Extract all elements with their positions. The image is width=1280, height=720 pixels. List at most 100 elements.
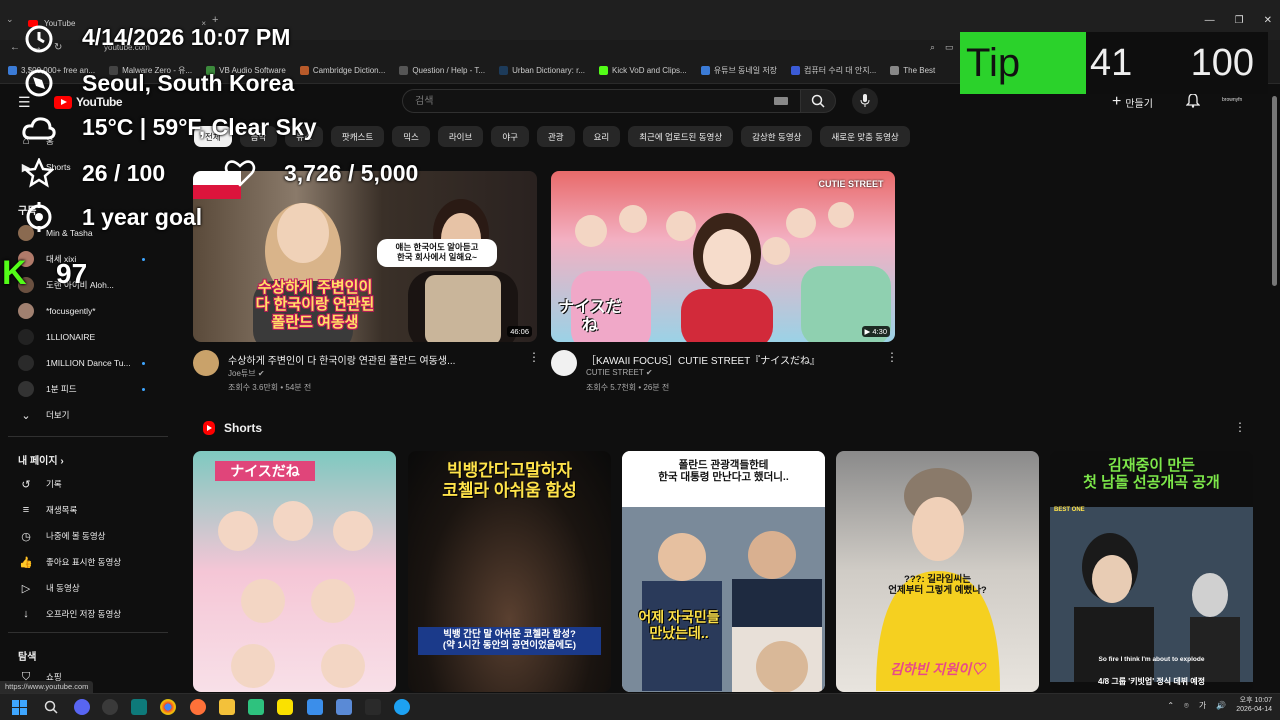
bookmark-item[interactable]: Malware Zero - 유... [109,65,192,76]
filter-chip[interactable]: 뉴스 [285,126,323,147]
video-menu-icon[interactable]: ⋮ [528,350,540,364]
short-card[interactable]: 폴란드 관광객들한테 한국 대통령 만난다고 했더니.. 어제 자국민들 만났는… [622,451,825,692]
sidebar-subscription[interactable]: Min & Tasha [0,220,180,246]
ime-indicator[interactable]: 가 [1199,700,1206,711]
file-explorer-icon[interactable] [219,699,235,715]
shorts-menu-icon[interactable]: ⋮ [1234,420,1246,434]
filter-chip[interactable]: 요리 [582,126,621,147]
minimize-icon[interactable]: — [1205,15,1215,26]
voice-search-button[interactable] [852,88,878,114]
browser-tab-youtube[interactable]: YouTube × [28,14,206,32]
tab-title: YouTube [44,18,76,28]
video-menu-icon[interactable]: ⋮ [886,350,898,364]
filter-chip[interactable]: 팟캐스트 [330,126,385,147]
search-button[interactable] [800,89,836,113]
kakaotalk-icon[interactable] [277,699,293,715]
notifications-button[interactable] [1185,93,1201,113]
short-card[interactable]: 빅뱅간다고말하자 코첼라 아쉬움 함성 빅뱅 간단 말 아쉬운 코첼라 함성? … [408,451,611,692]
reload-icon[interactable]: ↻ [54,42,62,53]
channel-name[interactable]: CUTIE STREET ✔ [586,368,653,377]
maximize-icon[interactable]: ❐ [1235,15,1244,26]
short-card[interactable]: ナイスだね [193,451,396,692]
sidebar-subscription[interactable]: 1분 피드 [0,376,180,402]
windows-start-icon[interactable] [12,700,27,715]
filter-chip[interactable]: 새로운 맞춤 동영상 [820,126,910,147]
short-card[interactable]: 김재중이 만든 첫 남돌 선공개곡 공개 BEST ONE So fire I … [1050,451,1253,692]
sidebar-subscription[interactable]: *focusgently* [0,298,180,324]
forward-icon[interactable]: → [32,42,42,53]
firefox-icon[interactable] [190,699,206,715]
bookmark-item[interactable]: Urban Dictionary: r... [499,66,585,75]
hamburger-menu-icon[interactable]: ☰ [18,94,31,111]
app-icon[interactable] [336,699,352,715]
chrome-icon[interactable] [160,699,176,715]
keyboard-icon[interactable] [774,97,788,105]
filter-chip[interactable]: 전체 [194,126,232,147]
sidebar-subscription[interactable]: 1MILLION Dance Tu... [0,350,180,376]
video-thumbnail[interactable]: CUTIE STREET ナイスだね ▶ 4:30 [551,171,895,342]
sidebar-item-history[interactable]: ↺ 기록 [0,471,180,497]
app-icon[interactable] [307,699,323,715]
url-field[interactable]: youtube.com [104,43,150,52]
my-page-heading[interactable]: 내 페이지 › [18,452,64,467]
youtube-logo[interactable]: YouTube [54,95,123,109]
bookmark-item[interactable]: VB Audio Software [206,66,286,75]
video-title[interactable]: 수상하게 주변인이 다 한국이랑 연관된 폴란드 여동생... [228,352,508,367]
new-tab-icon[interactable]: + [212,14,218,26]
app-icon[interactable] [248,699,264,715]
filter-chip[interactable]: 음악 [239,126,278,147]
close-window-icon[interactable]: ✕ [1264,15,1272,26]
obs-icon[interactable] [102,699,118,715]
close-tab-icon[interactable]: × [201,19,206,28]
sidebar-item-more[interactable]: ⌄ 더보기 [0,402,180,428]
sidebar-item-playlist[interactable]: ≡ 재생목록 [0,497,180,523]
channel-avatar[interactable] [551,350,577,376]
tray-overflow-icon[interactable]: ⌃ [1167,701,1174,710]
subscriptions-heading[interactable]: 구독 [18,202,36,217]
sidebar-subscription[interactable]: 대세 xixi [0,246,180,272]
sidebar-subscription[interactable]: 도랜 아이비 Aloh... [0,272,180,298]
app-icon[interactable] [365,699,381,715]
create-button[interactable]: + 만들기 [1112,93,1153,111]
zoom-icon[interactable]: ⌕ [930,42,935,53]
short-card[interactable]: ???: 길라임씨는 언제부터 그렇게 예뻤나? 김하빈 지원이♡ [836,451,1039,692]
extension-icon[interactable]: ▭ [945,42,954,53]
taskbar-search-icon[interactable] [44,700,58,714]
sidebar-item-my-videos[interactable]: ▷ 내 동영상 [0,575,180,601]
filter-chip[interactable]: 감상한 동영상 [741,126,813,147]
taskbar-clock[interactable]: 오후 10:07 2026-04-14 [1236,697,1272,715]
network-icon[interactable]: ⌾ [1184,701,1189,711]
sidebar-item-shorts[interactable]: ▶ Shorts [0,154,180,180]
filter-chip[interactable]: 라이브 [437,126,484,147]
page-scrollbar[interactable] [1270,84,1280,693]
discord-icon[interactable] [74,699,90,715]
bookmark-item[interactable]: 컴퓨터 수리 대 안지... [791,65,876,76]
sidebar-item-home[interactable]: ⌂ 홈 [0,128,180,154]
scrollbar-thumb[interactable] [1272,96,1277,286]
sidebar-item-watch-later[interactable]: ◷ 나중에 볼 동영상 [0,523,180,549]
tab-search-icon[interactable]: ⌄ [6,14,14,25]
sidebar-item-thumbs-up[interactable]: 👍 좋아요 표시한 동영상 [0,549,180,575]
app-icon[interactable] [394,699,410,715]
account-avatar[interactable]: brownyfn [1222,94,1248,106]
sidebar-subscription[interactable]: 1LLIONAIRE [0,324,180,350]
channel-avatar[interactable] [193,350,219,376]
filter-chip[interactable]: 믹스 [392,126,430,147]
channel-name[interactable]: Joe튜브 ✔ [228,368,265,379]
filter-chip[interactable]: 관광 [536,126,575,147]
speaker-icon[interactable]: 🔊 [1216,701,1226,710]
bookmark-item[interactable]: The Best [890,66,935,75]
bookmark-item[interactable]: 3,$00,000+ free an... [8,66,95,75]
filter-chip[interactable]: 최근에 업로드된 동영상 [628,126,734,147]
video-title[interactable]: ［KAWAII FOCUS］CUTIE STREET『ナイスだね』 [586,352,876,367]
bookmark-item[interactable]: Kick VoD and Clips... [599,66,687,75]
back-icon[interactable]: ← [10,42,20,53]
bookmark-item[interactable]: Cambridge Diction... [299,66,385,75]
bookmark-item[interactable]: 유튜브 동네일 저장 [700,65,777,76]
sidebar-item-download[interactable]: ↓ 오프라인 저장 동영상 [0,601,180,627]
app-icon[interactable] [131,699,147,715]
video-thumbnail[interactable]: 얘는 한국어도 알아듣고 한국 회사에서 일해요~ 수상하게 주변인이 다 한국… [193,171,537,342]
filter-chip[interactable]: 야구 [491,126,529,147]
bookmark-item[interactable]: Question / Help - T... [399,66,485,75]
search-input[interactable] [403,90,743,112]
